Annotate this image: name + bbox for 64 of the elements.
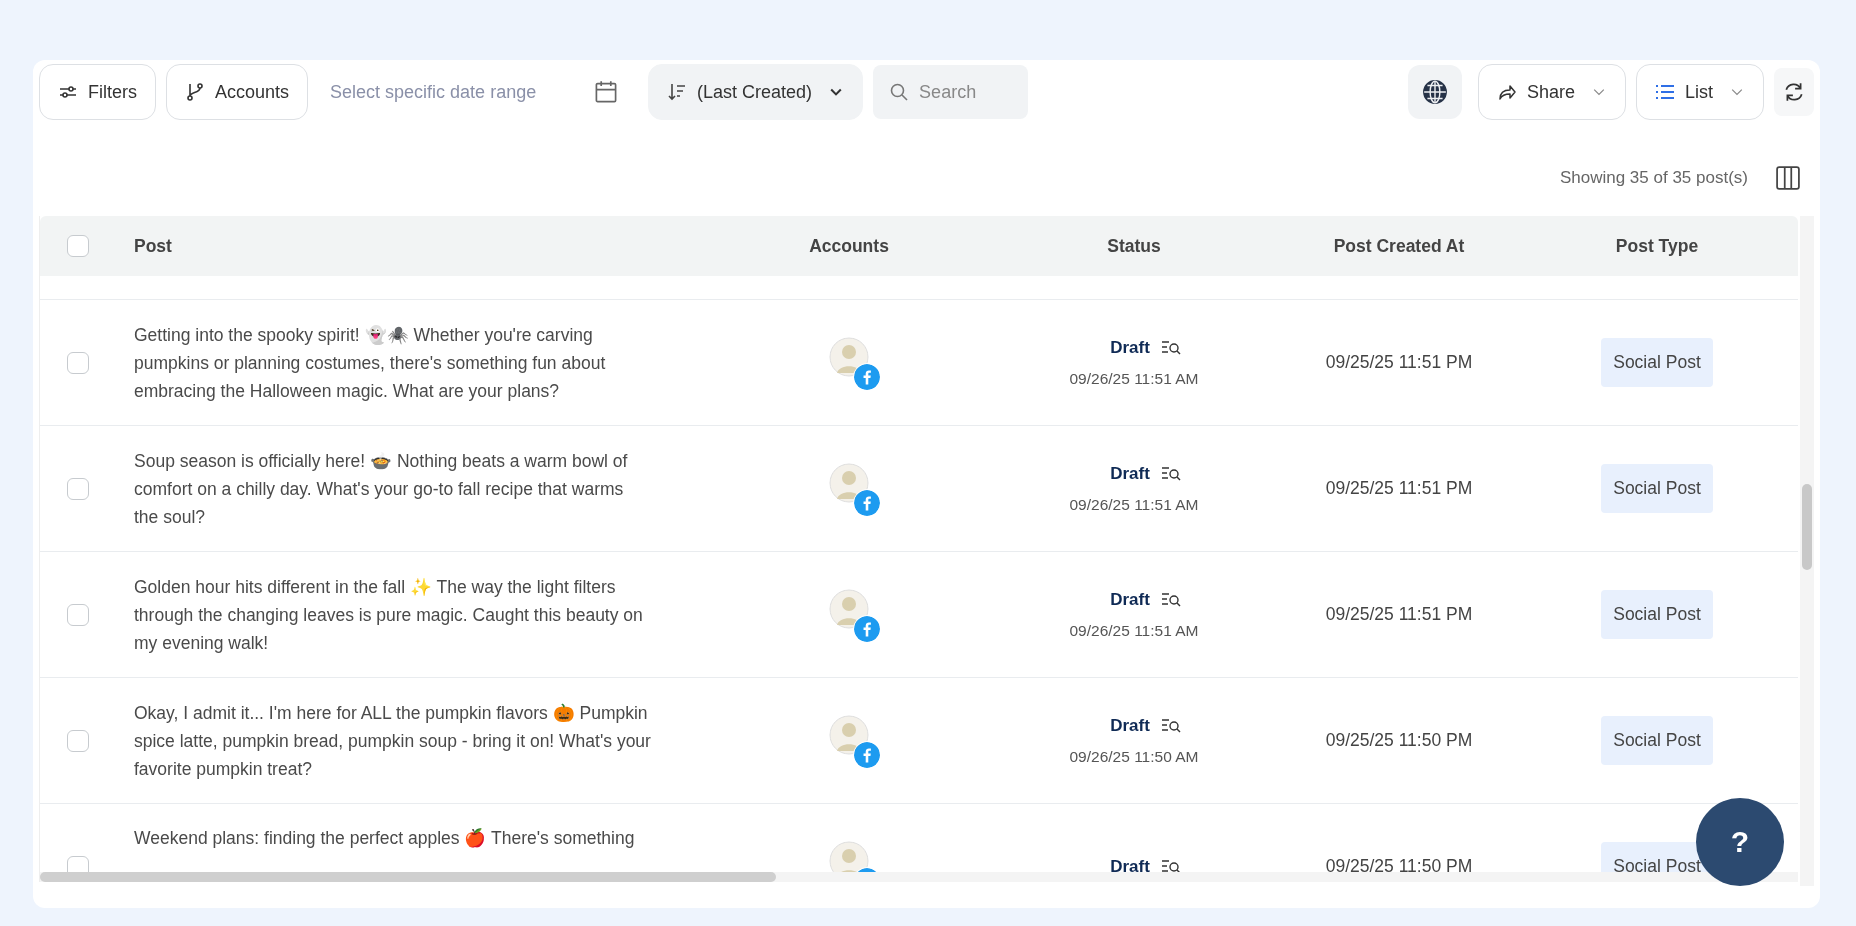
post-text: Weekend plans: finding the perfect apples 🍎 There's something xyxy=(134,827,636,850)
facebook-icon xyxy=(853,740,881,769)
status-date: 09/26/25 11:50 AM xyxy=(1069,747,1199,766)
preview-icon[interactable] xyxy=(1159,857,1182,872)
list-icon xyxy=(1655,82,1675,102)
search-field[interactable]: Search xyxy=(873,65,1029,119)
preview-icon[interactable] xyxy=(1159,338,1182,357)
horizontal-scrollbar[interactable] xyxy=(40,872,1798,882)
globe-icon xyxy=(1421,79,1448,105)
share-arrow-icon xyxy=(1496,82,1517,102)
column-header: Post Type xyxy=(1614,235,1700,257)
date-range-field[interactable]: Select specific date range xyxy=(318,64,639,120)
view-dropdown[interactable]: List xyxy=(1636,64,1764,120)
preview-icon[interactable] xyxy=(1159,464,1182,483)
created-date: 09/25/25 11:50 PM xyxy=(1324,856,1474,872)
status-text: Draft xyxy=(1110,337,1150,358)
row-checkbox[interactable] xyxy=(67,603,89,626)
column-header: Post Created At xyxy=(1332,235,1466,257)
preview-icon[interactable] xyxy=(1159,716,1182,735)
column-header: Post xyxy=(134,235,173,257)
branch-icon xyxy=(185,82,205,102)
row-checkbox[interactable] xyxy=(67,855,89,872)
status-text: Draft xyxy=(1110,856,1150,872)
filters-button[interactable]: Filters xyxy=(39,64,156,120)
preview-icon[interactable] xyxy=(1159,590,1182,609)
refresh-button[interactable] xyxy=(1774,68,1814,116)
globe-button[interactable] xyxy=(1407,65,1462,119)
sort-dropdown[interactable]: (Last Created) xyxy=(648,64,864,120)
status-text: Draft xyxy=(1110,589,1150,610)
select-all-checkbox[interactable] xyxy=(67,235,89,257)
status-date: 09/26/25 11:51 AM xyxy=(1069,621,1199,640)
accounts-button[interactable]: Accounts xyxy=(166,64,309,120)
post-type-tag: Social Post xyxy=(1601,338,1713,387)
calendar-icon xyxy=(594,80,619,104)
created-date: 09/25/25 11:50 PM xyxy=(1324,730,1474,751)
facebook-icon xyxy=(853,614,881,643)
post-text: Getting into the spooky spirit! 👻🕷 Whether you're carving pumpkins or planning costumes, there's something fun about embracing the Halloween magic. What are your plans? xyxy=(134,323,607,403)
created-date: 09/25/25 11:51 PM xyxy=(1324,478,1474,499)
post-type-tag: Social Post xyxy=(1601,590,1713,639)
facebook-icon xyxy=(853,488,881,517)
columns-icon[interactable] xyxy=(1776,166,1800,190)
status-date: 09/26/25 11:51 AM xyxy=(1069,495,1199,514)
row-checkbox[interactable] xyxy=(67,477,89,500)
post-count: Showing 35 of 35 post(s) xyxy=(1559,168,1748,188)
sort-icon xyxy=(667,82,688,102)
post-text: Soup season is officially here! 🍲 Nothing beats a warm bowl of comfort on a chilly day. What's your go-to fall recipe that warms the soul? xyxy=(134,449,629,529)
created-date: 09/25/25 11:51 PM xyxy=(1324,352,1474,373)
created-date: 09/25/25 11:51 PM xyxy=(1324,604,1474,625)
post-text: Golden hour hits different in the fall ✨ The way the light filters through the changing leaves is pure magic. Caught this beauty on my evening walk! xyxy=(134,575,644,655)
status-text: Draft xyxy=(1110,463,1150,484)
vertical-scrollbar[interactable] xyxy=(1800,216,1814,886)
row-checkbox[interactable] xyxy=(67,729,89,752)
row-checkbox[interactable] xyxy=(67,351,89,374)
status-text: Draft xyxy=(1110,715,1150,736)
share-button[interactable]: Share xyxy=(1477,64,1626,120)
facebook-icon xyxy=(853,362,881,391)
post-type-tag: Social Post xyxy=(1601,464,1713,513)
status-date: 09/26/25 11:51 AM xyxy=(1069,369,1199,388)
post-type-tag: Social Post xyxy=(1601,716,1713,765)
post-text: Okay, I admit it... I'm here for ALL the pumpkin flavors 🎃 Pumpkin spice latte, pumpkin bread, pumpkin soup - bring it on! What's your favorite pumpkin treat? xyxy=(134,701,652,781)
column-header: Status xyxy=(1106,235,1162,257)
search-icon xyxy=(889,82,910,102)
refresh-icon xyxy=(1783,81,1805,103)
column-header: Accounts xyxy=(808,235,890,257)
